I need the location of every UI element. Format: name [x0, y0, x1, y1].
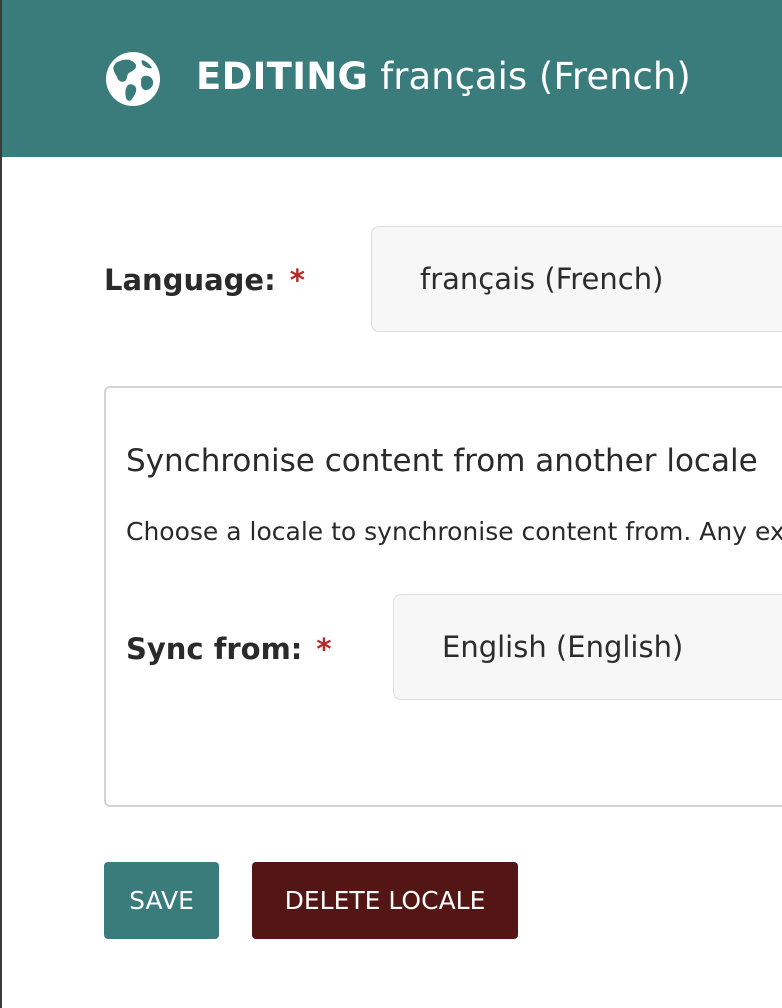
- sync-from-select[interactable]: English (English): [393, 594, 782, 700]
- language-select[interactable]: français (French): [371, 226, 782, 332]
- sync-panel-help-text: Choose a locale to synchronise content f…: [126, 517, 782, 546]
- sync-from-label-text: Sync from:: [126, 632, 303, 666]
- sync-panel-title: Synchronise content from another locale: [126, 443, 758, 479]
- save-button[interactable]: SAVE: [104, 862, 219, 939]
- delete-locale-button[interactable]: DELETE LOCALE: [252, 862, 518, 939]
- page-title-prefix: EDITING: [196, 55, 369, 98]
- language-label-text: Language:: [104, 263, 276, 297]
- page-title-locale: français (French): [380, 55, 691, 98]
- globe-icon: [106, 52, 160, 106]
- page-header: EDITING français (French): [2, 0, 782, 157]
- language-label: Language: *: [104, 260, 305, 300]
- page-title: EDITING français (French): [196, 52, 691, 102]
- edit-locale-page: EDITING français (French) Language: * fran…: [0, 0, 782, 1008]
- required-marker: *: [289, 263, 305, 297]
- required-marker: *: [316, 632, 332, 666]
- sync-from-label: Sync from: *: [126, 629, 332, 669]
